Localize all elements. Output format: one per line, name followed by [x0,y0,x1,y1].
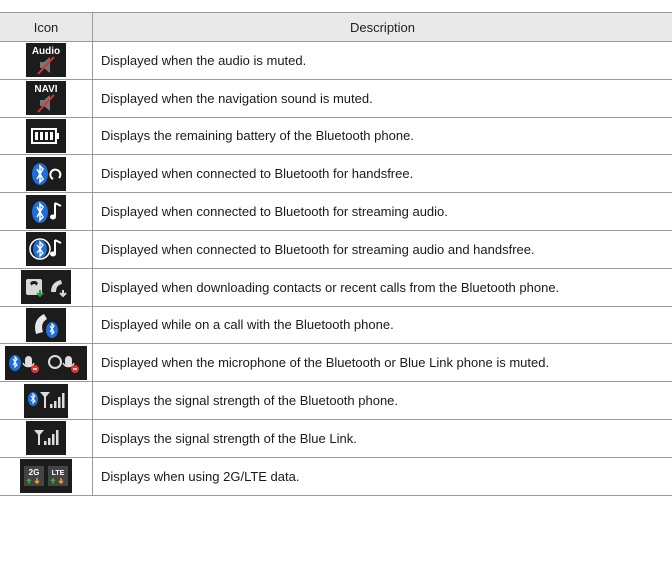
table-row: 2G LTE Displays when using 2G/LTE data. [0,457,672,496]
table-header: Icon Description [0,13,672,42]
row-description: Displayed while on a call with the Bluet… [101,317,394,333]
microphone-muted-icon [5,345,87,380]
table-row: Displays the remaining battery of the Bl… [0,117,672,156]
bluetooth-handsfree-icon [26,156,66,191]
table-row: Displays the signal strength of the Blue… [0,419,672,458]
battery-icon [26,118,66,153]
table-row: Displayed when connected to Bluetooth fo… [0,193,672,231]
navi-label: NAVI [34,84,57,95]
table-row: Audio Displayed when the audio is muted. [0,42,672,80]
bluetooth-signal-icon [24,383,68,418]
table-row: NAVI Displayed when the navigation sound… [0,79,672,118]
bluetooth-call-icon [26,307,66,342]
row-description: Displayed when connected to Bluetooth fo… [101,166,414,182]
table-row: Displayed when connected to Bluetooth fo… [0,230,672,269]
row-description: Displays the signal strength of the Blue… [101,430,357,446]
data-2g-lte-icon: 2G LTE [20,459,72,494]
header-description: Description [349,19,416,35]
label-lte: LTE [52,470,65,477]
row-description: Displays the remaining battery of the Bl… [101,128,414,144]
table-row: Displayed while on a call with the Bluet… [0,306,672,345]
table-row: Displayed when the microphone of the Blu… [0,344,672,383]
bluetooth-streaming-icon [26,194,66,229]
table-row: Displayed when downloading contacts or r… [0,268,672,307]
row-description: Displayed when the navigation sound is m… [101,90,373,106]
table-row: Displays the signal strength of the Blue… [0,382,672,420]
row-description: Displays when using 2G/LTE data. [101,468,300,484]
audio-label: Audio [32,46,60,57]
row-description: Displays the signal strength of the Blue… [101,393,399,409]
row-description: Displayed when connected to Bluetooth fo… [101,204,448,220]
bluelink-signal-icon [26,421,66,456]
row-description: Displayed when the audio is muted. [101,52,307,68]
label-2g: 2G [29,468,40,477]
navi-muted-icon: NAVI [26,81,66,116]
table-row: Displayed when connected to Bluetooth fo… [0,155,672,194]
icon-table: Icon Description Audio Displayed when th… [0,12,672,496]
row-description: Displayed when downloading contacts or r… [101,279,560,295]
download-contacts-icon [21,270,71,305]
row-description: Displayed when the microphone of the Blu… [101,355,550,371]
bluetooth-streaming-handsfree-icon [26,232,66,267]
header-icon: Icon [0,13,93,41]
audio-muted-icon: Audio [26,43,66,78]
row-description: Displayed when connected to Bluetooth fo… [101,241,535,257]
